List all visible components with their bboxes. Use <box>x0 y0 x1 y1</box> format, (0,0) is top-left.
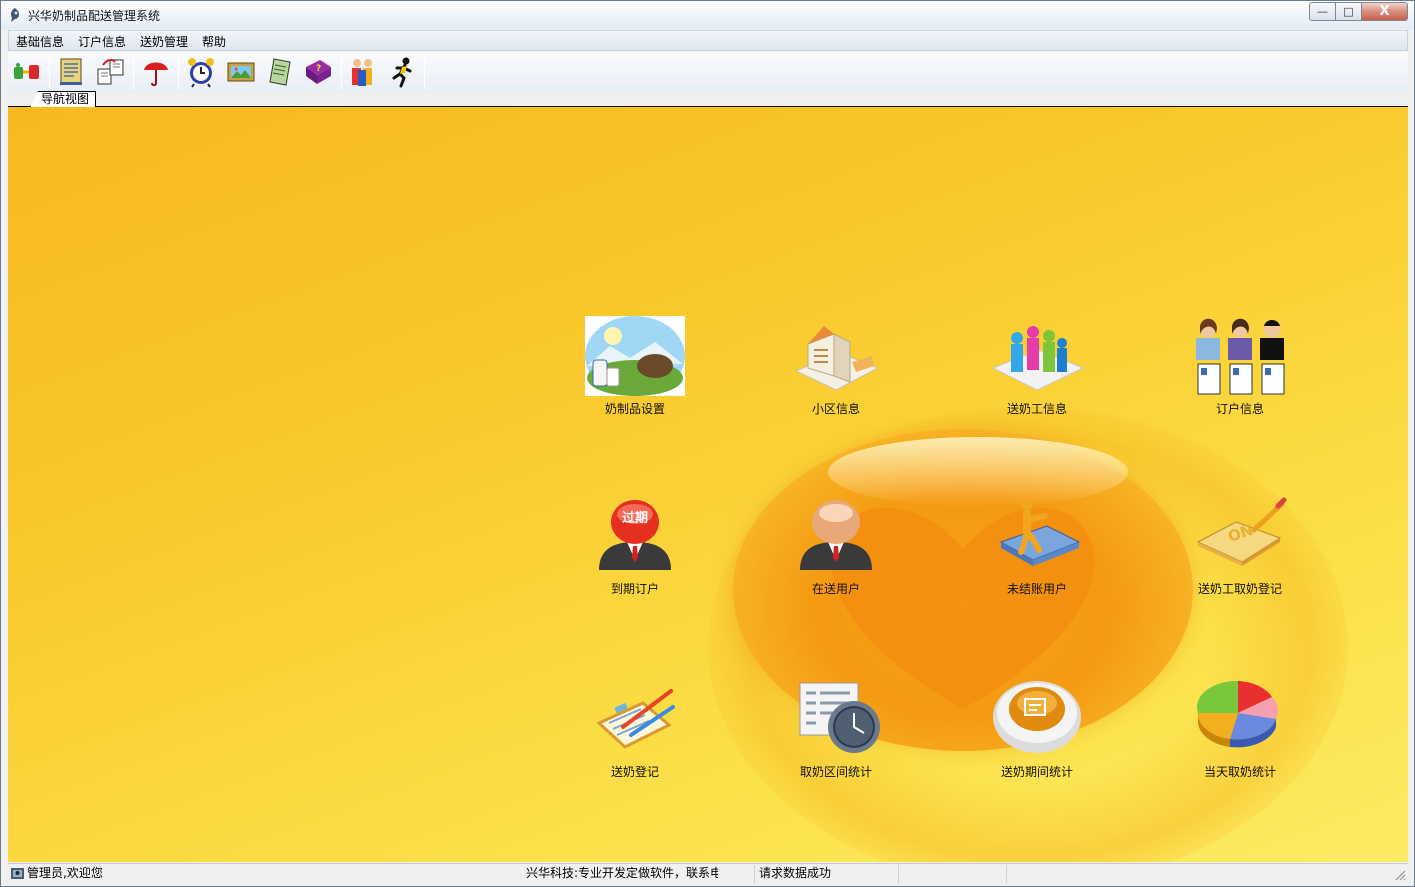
nav-unsettled-users[interactable]: 未结账用户 <box>967 496 1107 597</box>
menu-basic-info[interactable]: 基础信息 <box>16 33 64 50</box>
nav-label: 在送用户 <box>811 582 860 596</box>
nav-delivery-period-stats[interactable]: 送奶期间统计 <box>967 679 1107 780</box>
navigation-panel: 奶制品设置 小区信息 送奶工信息 订户信息 过期 到期订户 在送用户 未结账用户… <box>8 107 1408 862</box>
nav-label: 送奶工取奶登记 <box>1197 582 1282 596</box>
expired-badge: 过期 <box>622 510 648 526</box>
app-icon <box>11 8 19 22</box>
nav-label: 小区信息 <box>811 402 860 416</box>
umbrella-icon[interactable] <box>139 55 173 89</box>
staff-group-icon <box>991 326 1085 391</box>
main-window: 兴华奶制品配送管理系统 — □ X 基础信息 订户信息 送奶管理 帮助 ? 导航… <box>0 0 1415 887</box>
status-message: 请求数据成功 <box>754 865 898 883</box>
nav-label: 当天取奶统计 <box>1203 765 1276 779</box>
resize-grip-icon[interactable] <box>1394 869 1406 881</box>
clipboard-pencil-icon <box>596 689 675 749</box>
nav-label: 奶制品设置 <box>604 402 665 416</box>
menu-help[interactable]: 帮助 <box>202 33 226 50</box>
tab-navigation-view[interactable]: 导航视图 <box>30 91 96 107</box>
nav-label: 到期订户 <box>610 582 659 596</box>
window-controls: — □ X <box>1309 2 1408 21</box>
minimize-button[interactable]: — <box>1309 2 1336 21</box>
nav-delivery-register[interactable]: 送奶登记 <box>565 679 705 780</box>
report-clock-icon <box>799 682 880 753</box>
nav-daily-pickup-stats[interactable]: 当天取奶统计 <box>1170 679 1310 780</box>
maximize-button[interactable]: □ <box>1336 2 1362 21</box>
ledger-icon[interactable] <box>54 55 88 89</box>
notepad-icon[interactable] <box>263 55 297 89</box>
status-marquee: 兴华科技:专业开发定做软件，联系电 <box>526 866 718 880</box>
nav-label: 未结账用户 <box>1006 582 1067 596</box>
pie-chart-icon <box>1196 680 1279 748</box>
team-icon[interactable] <box>346 55 380 89</box>
status-user: 管理员,欢迎您 <box>27 866 103 880</box>
nav-label: 送奶期间统计 <box>1000 765 1073 779</box>
alarm-clock-icon[interactable] <box>184 55 218 89</box>
nav-milkman-info[interactable]: 送奶工信息 <box>967 316 1107 417</box>
svg-text:?: ? <box>316 64 321 74</box>
connect-icon[interactable] <box>10 55 44 89</box>
nav-pickup-range-stats[interactable]: 取奶区间统计 <box>766 679 906 780</box>
building-icon <box>794 326 880 391</box>
expired-person-icon: 过期 <box>599 500 671 570</box>
nav-label: 订户信息 <box>1215 402 1264 416</box>
user-icon <box>11 868 24 879</box>
nav-label: 送奶工信息 <box>1006 402 1067 416</box>
menu-delivery-management[interactable]: 送奶管理 <box>140 33 188 50</box>
transfer-icon[interactable] <box>94 55 128 89</box>
nav-label: 取奶区间统计 <box>799 765 872 779</box>
status-empty-panel-2 <box>1006 865 1394 883</box>
nav-milkman-pickup-register[interactable]: ON 送奶工取奶登记 <box>1170 496 1310 597</box>
dairy-cow-icon <box>585 316 685 396</box>
runner-exit-icon[interactable] <box>386 55 420 89</box>
nav-label: 送奶登记 <box>610 765 659 779</box>
notepad-pencil-icon: ON <box>1196 497 1287 566</box>
status-bar: 管理员,欢迎您 兴华科技:专业开发定做软件，联系电 请求数据成功 <box>8 863 1408 883</box>
help-book-icon[interactable]: ? <box>301 55 335 89</box>
book-reader-icon <box>999 498 1081 566</box>
window-title: 兴华奶制品配送管理系统 <box>28 9 161 23</box>
nav-subscriber-info[interactable]: 订户信息 <box>1170 316 1310 417</box>
subscribers-icon <box>1196 318 1285 395</box>
menu-bar: 基础信息 订户信息 送奶管理 帮助 <box>8 30 1408 51</box>
tab-strip: 导航视图 <box>8 91 1408 107</box>
picture-icon[interactable] <box>224 55 258 89</box>
toolbar: ? <box>8 52 1408 93</box>
close-button[interactable]: X <box>1362 2 1408 21</box>
nav-active-users[interactable]: 在送用户 <box>766 496 906 597</box>
nav-community-info[interactable]: 小区信息 <box>766 316 906 417</box>
nav-expired-subscribers[interactable]: 过期 到期订户 <box>565 496 705 597</box>
title-bar[interactable]: 兴华奶制品配送管理系统 — □ X <box>1 1 1414 29</box>
nav-dairy-settings[interactable]: 奶制品设置 <box>565 316 705 417</box>
person-icon <box>800 500 872 570</box>
menu-subscriber-info[interactable]: 订户信息 <box>78 33 126 50</box>
stats-button-icon <box>993 681 1081 753</box>
status-empty-panel <box>898 865 1006 883</box>
